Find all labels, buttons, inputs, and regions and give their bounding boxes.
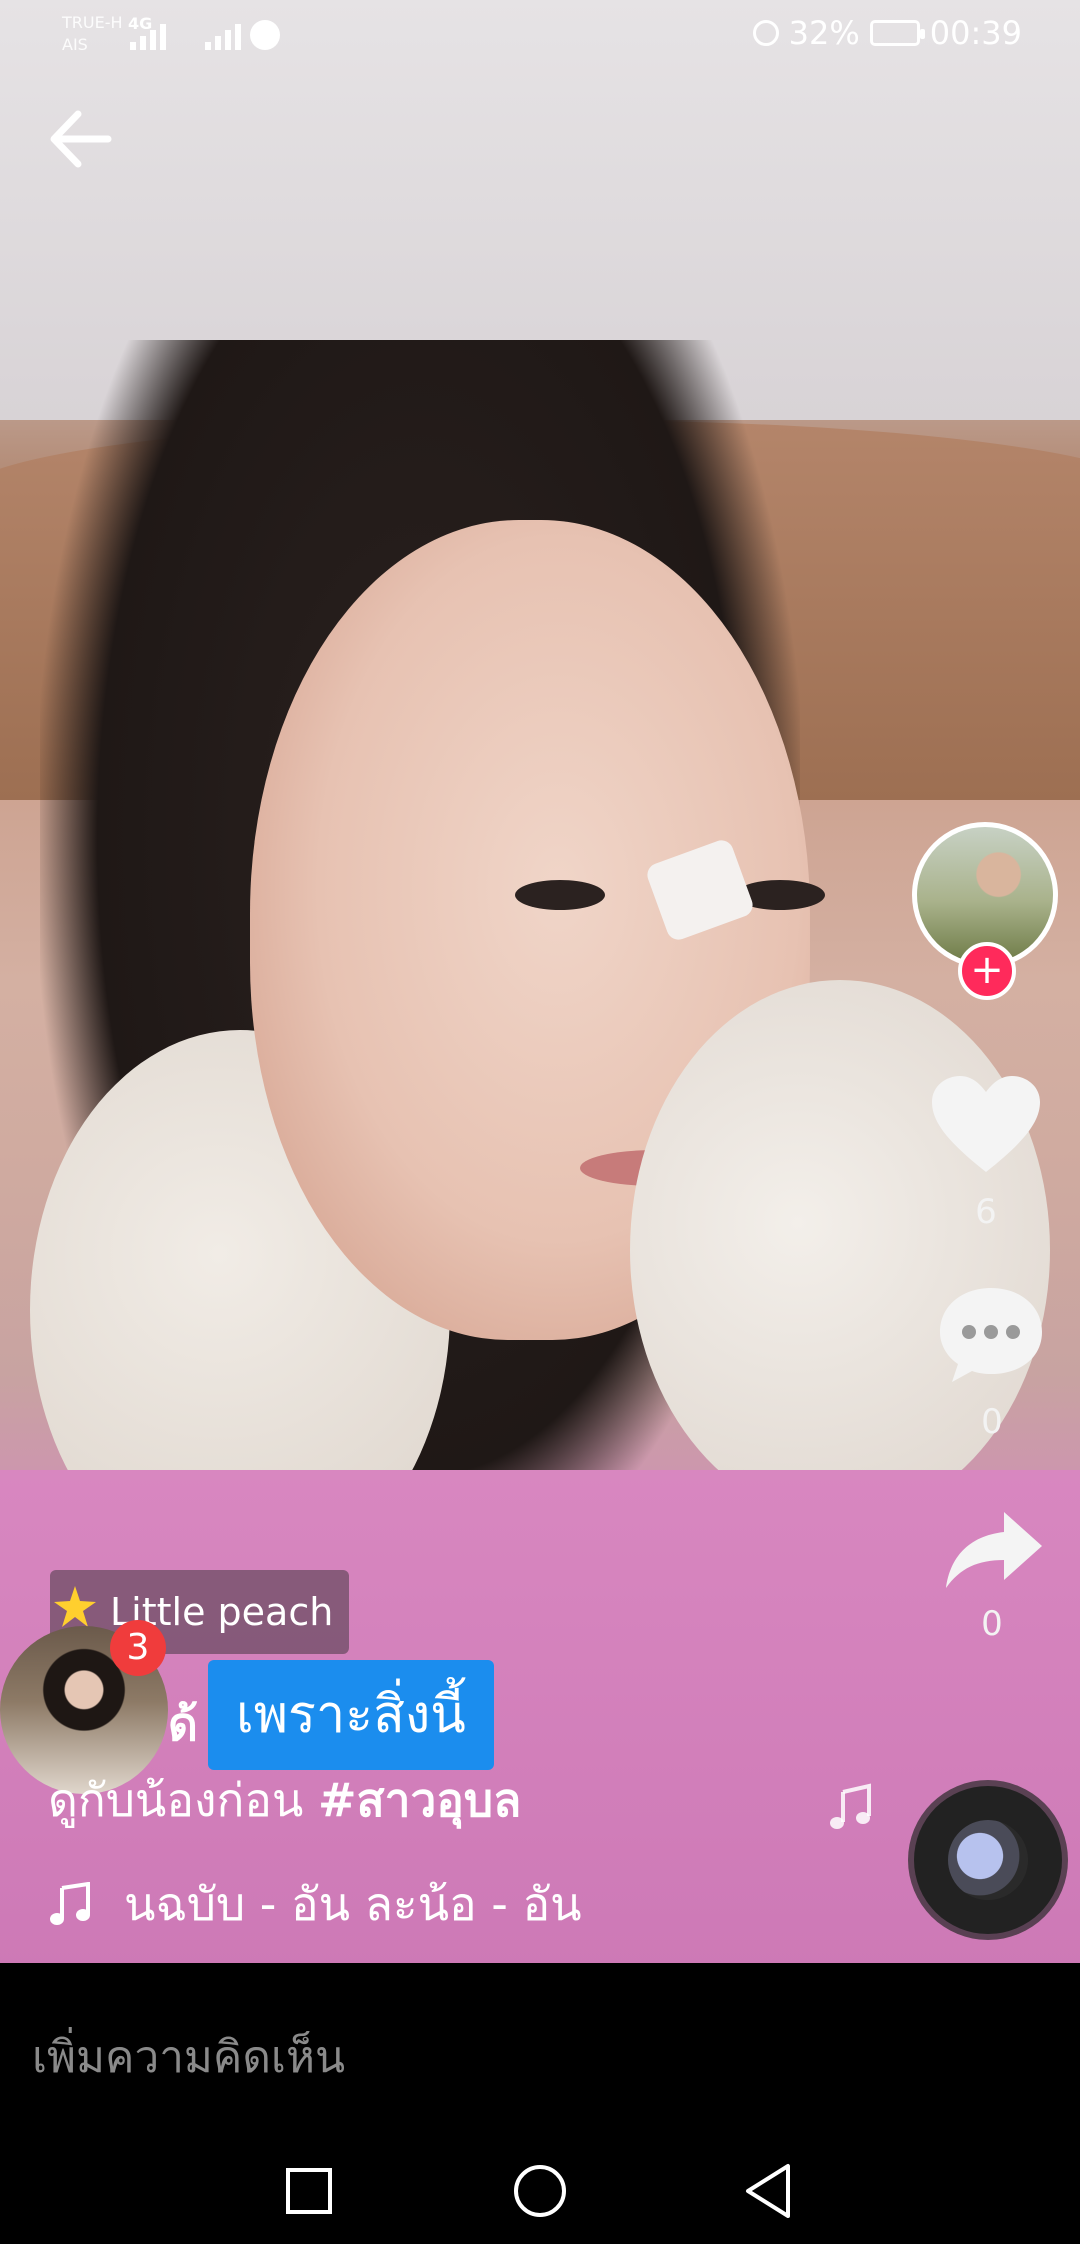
clock: 00:39 xyxy=(929,14,1022,52)
caption-hashtag[interactable]: #สาวอุบล xyxy=(318,1773,521,1827)
likes-count: 6 xyxy=(975,1192,997,1232)
comment-icon[interactable] xyxy=(936,1284,1046,1386)
messenger-icon xyxy=(250,20,280,50)
floating-note-icon xyxy=(830,1783,871,1829)
battery-icon xyxy=(869,20,925,46)
back-arrow-icon[interactable] xyxy=(48,104,128,174)
signal-icon xyxy=(130,18,166,50)
system-nav-bar xyxy=(286,2164,790,2218)
video-frame[interactable] xyxy=(0,0,1080,1963)
recent-apps-icon[interactable] xyxy=(286,2168,332,2214)
battery-percent: 32% xyxy=(788,14,860,52)
status-bar: TRUE-H AIS 4G 32% 00:39 xyxy=(0,0,1080,72)
song-title: นฉบับ - อัน ละน้อ - อัน xyxy=(124,1877,582,1931)
shares-count: 0 xyxy=(981,1604,1003,1644)
song-row[interactable]: นฉบับ - อัน ละน้อ - อัน xyxy=(48,1868,582,1941)
home-icon[interactable] xyxy=(514,2165,566,2217)
music-note-icon xyxy=(50,1881,90,1925)
carrier-2: AIS xyxy=(62,35,88,54)
video-caption: ดูกับน้องก่อน #สาวอุบล xyxy=(48,1764,521,1837)
follow-plus-icon[interactable]: + xyxy=(958,942,1016,1000)
music-disc[interactable] xyxy=(914,1786,1062,1934)
back-icon[interactable] xyxy=(746,2164,790,2218)
heart-icon[interactable] xyxy=(928,1072,1044,1176)
signal-icon-2 xyxy=(205,18,241,50)
comment-input[interactable]: เพิ่มความคิดเห็น xyxy=(32,2022,345,2092)
notification-badge: 3 xyxy=(110,1620,166,1676)
carrier-labels: TRUE-H AIS xyxy=(62,12,123,56)
eye-left xyxy=(515,880,605,910)
carrier-1: TRUE-H xyxy=(62,13,123,32)
caption-text: ดูกับน้องก่อน xyxy=(48,1773,319,1827)
comments-count: 0 xyxy=(981,1402,1003,1442)
sparkle-icon xyxy=(54,1586,96,1627)
share-icon[interactable] xyxy=(942,1508,1046,1592)
alarm-icon xyxy=(752,20,779,46)
tooltip-bubble[interactable]: เพราะสิ่งนี้ xyxy=(208,1660,494,1770)
